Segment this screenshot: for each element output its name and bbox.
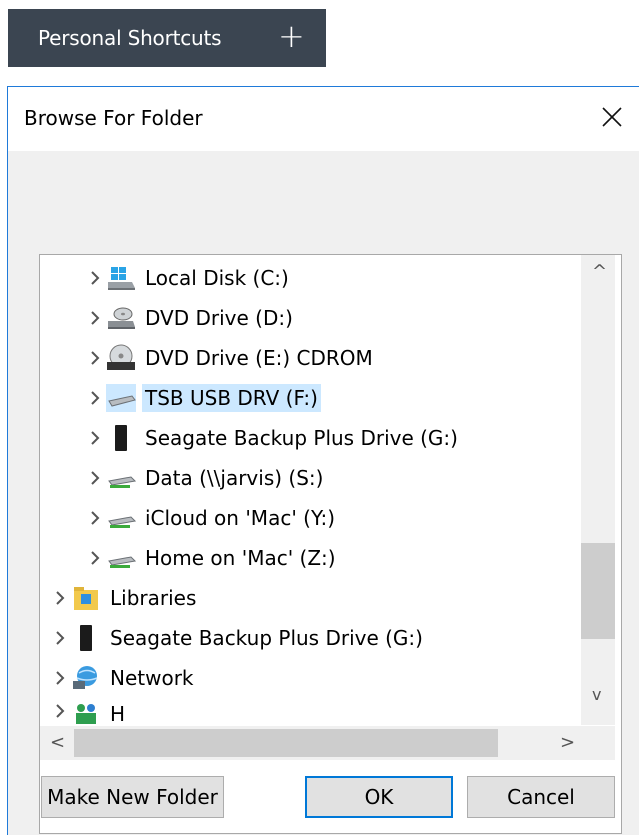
tree-item[interactable]: DVD Drive (E:) CDROM <box>84 340 376 376</box>
dvd-drive-icon <box>108 307 135 329</box>
external-drive-icon <box>80 625 92 651</box>
tree-item[interactable]: H <box>49 700 128 724</box>
tree-item-label: H <box>110 702 126 724</box>
scroll-left-icon[interactable]: < <box>50 732 65 753</box>
chevron-right-icon[interactable] <box>84 387 106 409</box>
libraries-icon <box>74 587 98 610</box>
chevron-right-icon[interactable] <box>49 667 71 689</box>
folder-tree[interactable]: Local Disk (C:) DVD Drive (D:) DVD Drive… <box>39 254 622 834</box>
tree-item-label: Seagate Backup Plus Drive (G:) <box>110 626 423 650</box>
tree-item-label: Network <box>110 666 194 690</box>
tree-item[interactable]: Local Disk (C:) <box>84 260 292 296</box>
network-drive-icon <box>108 516 136 528</box>
tree-item[interactable]: DVD Drive (D:) <box>84 300 296 336</box>
tree-item-label: Local Disk (C:) <box>145 266 289 290</box>
network-drive-icon <box>108 476 136 488</box>
chevron-right-icon[interactable] <box>84 267 106 289</box>
chevron-right-icon[interactable] <box>84 307 106 329</box>
tree-item[interactable]: Data (\\jarvis) (S:) <box>84 460 326 496</box>
dvd-rom-icon <box>107 344 135 370</box>
tree-item[interactable]: iCloud on 'Mac' (Y:) <box>84 500 338 536</box>
tree-item-label: Libraries <box>110 586 197 610</box>
browse-for-folder-dialog: Browse For Folder Local Disk (C:) DVD Dr <box>7 86 639 835</box>
vertical-scrollbar[interactable]: ^ v <box>581 255 615 725</box>
network-drive-icon <box>108 556 136 568</box>
scroll-down-icon[interactable]: v <box>592 685 601 704</box>
chevron-right-icon[interactable] <box>49 700 71 722</box>
usb-drive-icon <box>106 384 136 412</box>
dialog-title: Browse For Folder <box>24 106 203 130</box>
tree-item-label: Seagate Backup Plus Drive (G:) <box>145 426 458 450</box>
scroll-up-icon[interactable]: ^ <box>592 261 607 282</box>
chevron-right-icon[interactable] <box>84 427 106 449</box>
tree-item-label: DVD Drive (E:) CDROM <box>145 346 373 370</box>
tree-item[interactable]: Libraries <box>49 580 199 616</box>
tree-item-label: iCloud on 'Mac' (Y:) <box>145 506 336 530</box>
tree-item-label: DVD Drive (D:) <box>145 306 293 330</box>
horizontal-scrollbar-thumb[interactable] <box>74 729 498 757</box>
ok-button[interactable]: OK <box>305 776 453 818</box>
chevron-right-icon[interactable] <box>49 627 71 649</box>
network-icon <box>73 666 98 689</box>
chevron-right-icon[interactable] <box>84 507 106 529</box>
tree-item[interactable]: Network <box>49 660 197 696</box>
scroll-right-icon[interactable]: > <box>560 732 575 753</box>
chevron-right-icon[interactable] <box>49 587 71 609</box>
tree-item[interactable]: Seagate Backup Plus Drive (G:) <box>49 620 426 656</box>
tree-item-selected[interactable]: TSB USB DRV (F:) <box>84 380 321 416</box>
external-drive-icon <box>115 425 127 451</box>
chevron-right-icon[interactable] <box>84 347 106 369</box>
tree-item[interactable]: Home on 'Mac' (Z:) <box>84 540 339 576</box>
local-disk-icon <box>108 267 135 290</box>
tree-item-label: TSB USB DRV (F:) <box>142 384 321 412</box>
tree-item-label: Data (\\jarvis) (S:) <box>145 466 324 490</box>
personal-shortcuts-label: Personal Shortcuts <box>38 26 222 50</box>
vertical-scrollbar-thumb[interactable] <box>581 543 615 639</box>
make-new-folder-button[interactable]: Make New Folder <box>41 776 224 818</box>
chevron-right-icon[interactable] <box>84 467 106 489</box>
homegroup-icon <box>76 704 96 724</box>
tree-item-label: Home on 'Mac' (Z:) <box>145 546 336 570</box>
personal-shortcuts-bar: Personal Shortcuts + <box>8 9 326 67</box>
dialog-titlebar: Browse For Folder <box>8 87 639 151</box>
add-shortcut-button[interactable]: + <box>278 17 305 55</box>
cancel-button[interactable]: Cancel <box>467 776 615 818</box>
close-icon[interactable] <box>600 105 624 129</box>
chevron-right-icon[interactable] <box>84 547 106 569</box>
tree-item[interactable]: Seagate Backup Plus Drive (G:) <box>84 420 461 456</box>
